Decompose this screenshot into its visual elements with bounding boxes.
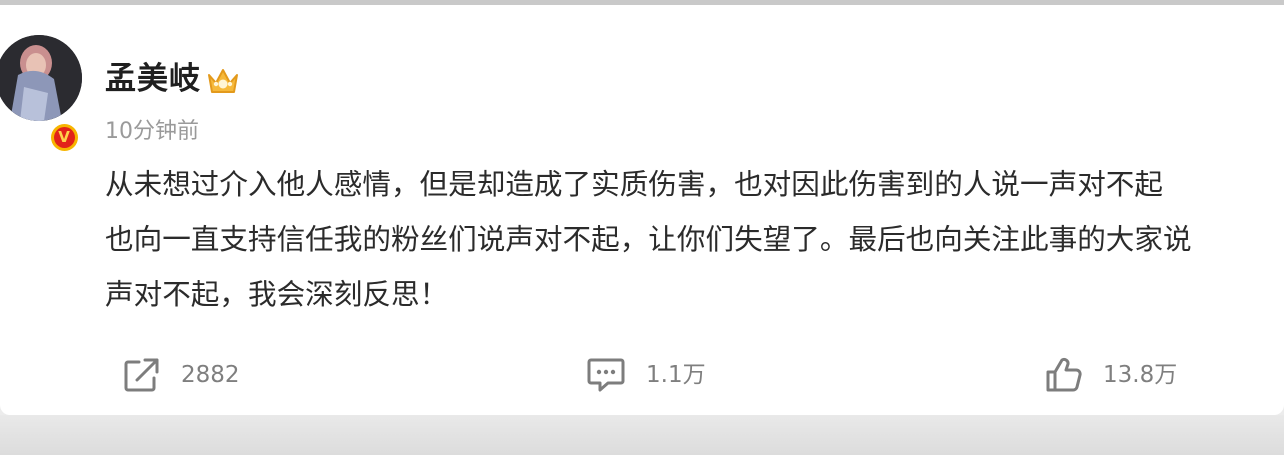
content-line: 声对不起，我会深刻反思！ <box>105 277 449 311</box>
post-timestamp: 10分钟前 <box>105 119 199 144</box>
avatar[interactable] <box>0 35 82 121</box>
crown-member-icon[interactable] <box>205 63 241 99</box>
comment-button[interactable]: 1.1万 <box>586 357 706 393</box>
share-button[interactable]: 2882 <box>123 357 240 393</box>
like-button[interactable]: 13.8万 <box>1045 357 1177 393</box>
username[interactable]: 孟美岐 <box>105 60 201 98</box>
share-count: 2882 <box>181 362 240 388</box>
like-count: 13.8万 <box>1103 362 1178 388</box>
comment-count: 1.1万 <box>646 362 706 388</box>
comment-icon <box>587 358 625 392</box>
share-icon <box>124 358 159 392</box>
weibo-post-card: V 孟美岐 10分钟前 从未想过介入他人感情，但是却造成了实质伤害，也对因此伤害… <box>0 5 1284 415</box>
content-line: 也向一直支持信任我的粉丝们说声对不起，让你们失望了。最后也向关注此事的大家说 <box>105 222 1192 256</box>
content-line: 从未想过介入他人感情，但是却造成了实质伤害，也对因此伤害到的人说一声对不起 <box>105 167 1163 201</box>
verified-v-icon: V <box>48 121 80 153</box>
post-content: 从未想过介入他人感情，但是却造成了实质伤害，也对因此伤害到的人说一声对不起 也向… <box>105 157 1284 322</box>
bottom-edge <box>0 415 1284 455</box>
thumbs-up-icon <box>1046 357 1082 392</box>
